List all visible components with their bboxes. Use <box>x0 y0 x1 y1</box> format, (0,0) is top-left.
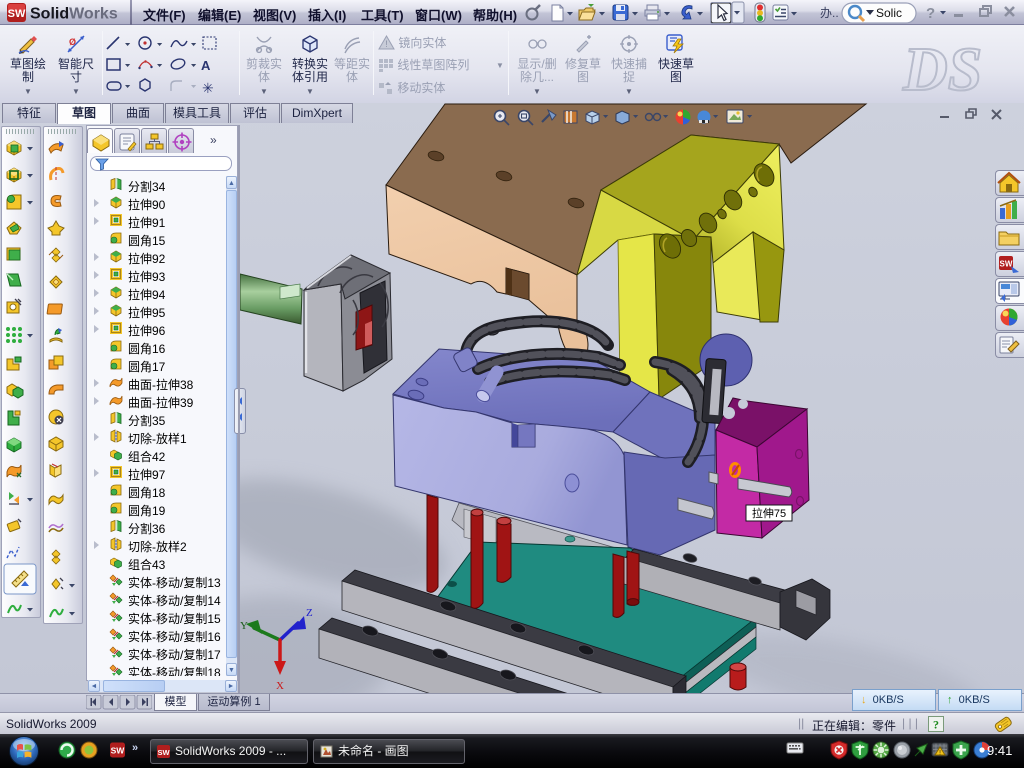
svg-text:!: ! <box>939 749 941 756</box>
svg-text:SolidWorks: SolidWorks <box>30 6 118 23</box>
svg-text:X: X <box>276 680 284 692</box>
svg-text:DS: DS <box>902 36 982 102</box>
svg-text:✳: ✳ <box>202 80 214 96</box>
svg-text:SW: SW <box>111 746 126 756</box>
svg-text:SW: SW <box>1000 260 1013 269</box>
svg-text:»: » <box>132 742 138 754</box>
svg-text:拉伸75: 拉伸75 <box>752 506 786 520</box>
svg-text:A: A <box>201 58 211 73</box>
svg-text:!: ! <box>385 39 388 49</box>
svg-text:Solic: Solic <box>876 6 902 20</box>
svg-text:?: ? <box>926 5 935 22</box>
svg-text:9:41: 9:41 <box>987 743 1012 758</box>
svg-text:Ø: Ø <box>69 37 76 47</box>
svg-text:SW: SW <box>157 748 170 757</box>
svg-text:Z: Z <box>306 607 313 619</box>
svg-text:Y: Y <box>240 620 248 632</box>
svg-text:SW: SW <box>8 8 26 20</box>
svg-text:办..: 办.. <box>820 5 839 20</box>
svg-text:?: ? <box>933 718 939 732</box>
